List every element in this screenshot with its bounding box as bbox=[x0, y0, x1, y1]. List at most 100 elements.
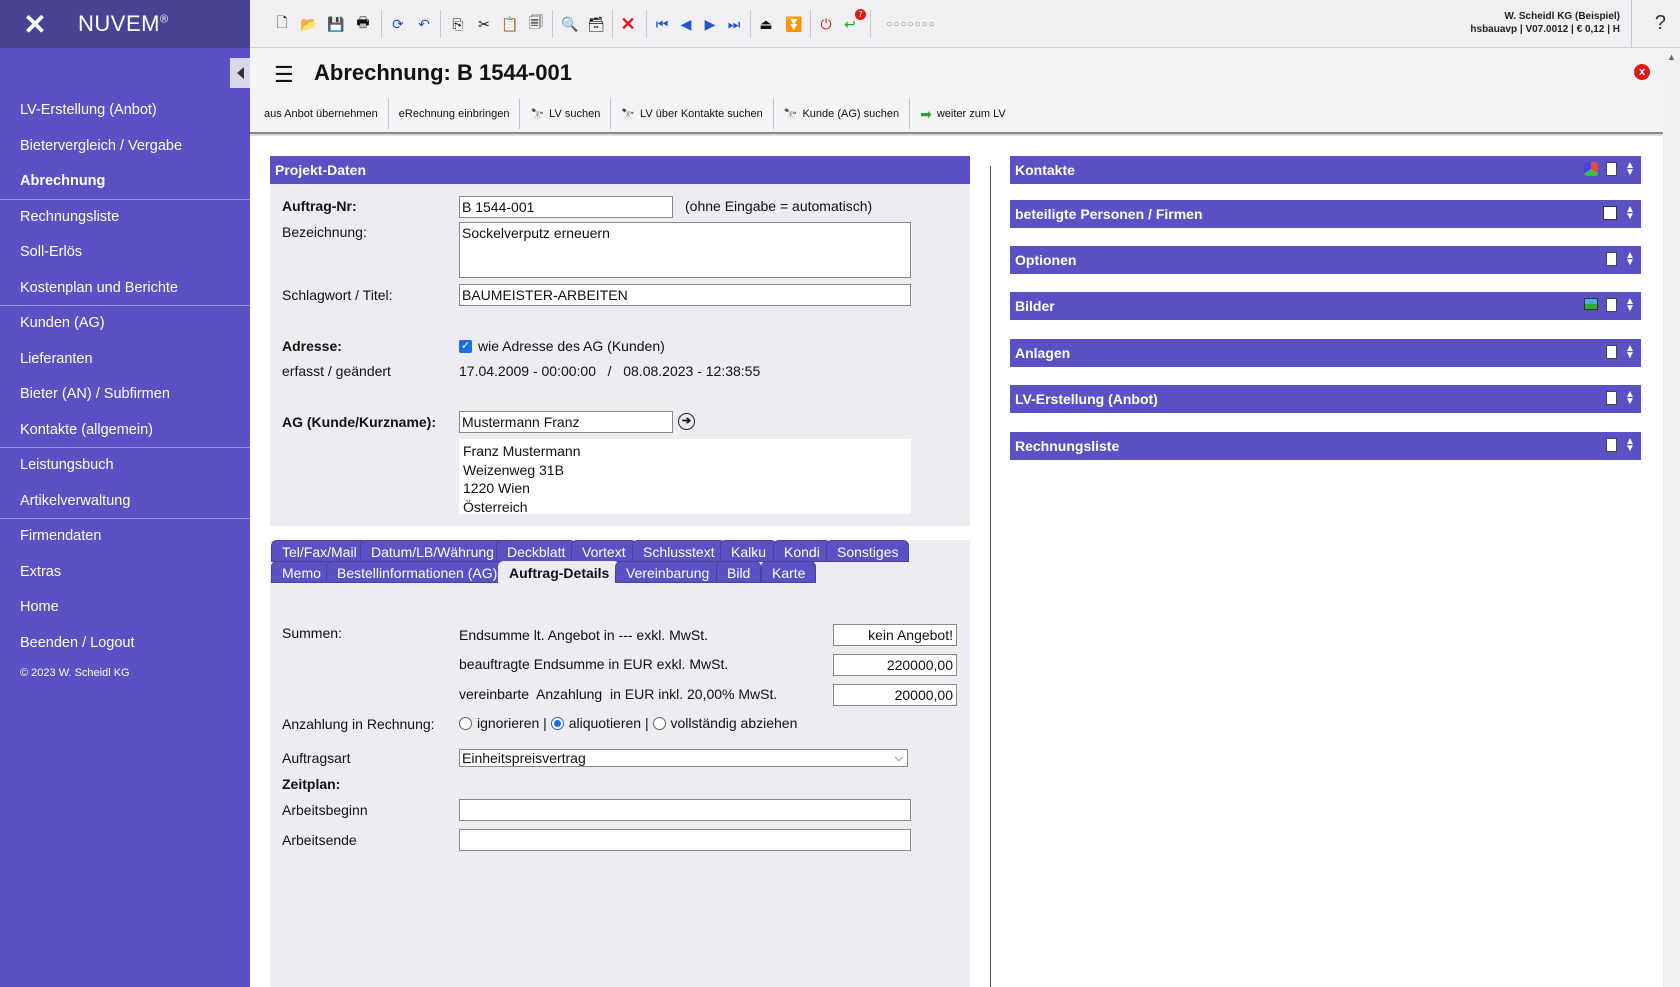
sidebar-item-logout[interactable]: Beenden / Logout bbox=[0, 626, 250, 662]
picture-icon[interactable] bbox=[1584, 298, 1598, 310]
radio-aliquotieren[interactable] bbox=[550, 716, 564, 730]
sidebar-item-lieferanten[interactable]: Lieferanten bbox=[0, 342, 250, 378]
first-record-icon[interactable]: ⏮ bbox=[652, 14, 672, 34]
lv-ueber-kontakte-suchen-button[interactable]: 🔭 LV über Kontakte suchen bbox=[611, 99, 774, 129]
expand-collapse-icon[interactable]: ▲ ▼ bbox=[1625, 344, 1635, 361]
scrollbar[interactable]: ▲ bbox=[1663, 48, 1680, 987]
sidebar-item-soll-erloes[interactable]: Soll-Erlös bbox=[0, 235, 250, 271]
go-arrow-icon[interactable]: ➔ bbox=[678, 413, 695, 430]
sidebar-item-bietervergleich[interactable]: Bietervergleich / Vergabe bbox=[0, 129, 250, 165]
manager-icon[interactable]: 🗃 bbox=[586, 14, 606, 34]
expand-collapse-icon[interactable]: ▲ ▼ bbox=[1625, 161, 1635, 178]
tab-auftrag-details[interactable]: Auftrag-Details bbox=[498, 561, 621, 583]
notifications-icon[interactable]: ↩ 7 bbox=[840, 9, 866, 34]
section-beteiligte-personen[interactable]: beteiligte Personen / Firmen ▲ ▼ bbox=[1010, 200, 1641, 228]
ag-input[interactable]: Mustermann Franz bbox=[459, 411, 673, 433]
sidebar-item-home[interactable]: Home bbox=[0, 590, 250, 626]
sidebar-item-kostenplan[interactable]: Kostenplan und Berichte bbox=[0, 271, 250, 306]
close-button[interactable]: x bbox=[1634, 64, 1650, 80]
new-document-icon[interactable] bbox=[1606, 345, 1617, 359]
save-icon[interactable]: 💾 bbox=[326, 14, 346, 34]
power-icon[interactable]: ⏻ bbox=[816, 14, 836, 34]
sidebar-item-leistungsbuch[interactable]: Leistungsbuch bbox=[0, 448, 250, 484]
color-contacts-icon[interactable] bbox=[1584, 162, 1598, 176]
expand-collapse-icon[interactable]: ▲ ▼ bbox=[1625, 390, 1635, 407]
anzahlung-input[interactable]: 20000,00 bbox=[833, 684, 957, 706]
tab-vortext[interactable]: Vortext bbox=[571, 540, 637, 562]
tab-tel-fax-mail[interactable]: Tel/Fax/Mail bbox=[271, 540, 368, 562]
sidebar-item-extras[interactable]: Extras bbox=[0, 555, 250, 591]
collapse-sidebar-button[interactable] bbox=[230, 58, 250, 88]
section-lv-erstellung[interactable]: LV-Erstellung (Anbot) ▲ ▼ bbox=[1010, 385, 1641, 413]
section-bilder[interactable]: Bilder ▲ ▼ bbox=[1010, 292, 1641, 320]
copy-icon[interactable]: ⎘ bbox=[448, 14, 468, 34]
next-record-icon[interactable]: ▶ bbox=[700, 14, 720, 34]
beauftragt-input[interactable]: 220000,00 bbox=[833, 654, 957, 676]
manager-icon[interactable] bbox=[1603, 206, 1617, 220]
sidebar-item-rechnungsliste[interactable]: Rechnungsliste bbox=[0, 200, 250, 236]
undo-icon[interactable]: ↶ bbox=[414, 14, 434, 34]
bezeichnung-textarea[interactable]: Sockelverputz erneuern bbox=[459, 222, 911, 278]
tab-deckblatt[interactable]: Deckblatt bbox=[496, 540, 577, 562]
schlagwort-input[interactable]: BAUMEISTER-ARBEITEN bbox=[459, 284, 911, 306]
tab-kondi[interactable]: Kondi bbox=[773, 540, 831, 562]
checkbox-checked-icon[interactable]: ✓ bbox=[459, 339, 472, 353]
sidebar-item-firmendaten[interactable]: Firmendaten bbox=[0, 519, 250, 555]
open-folder-icon[interactable]: 📂 bbox=[299, 14, 319, 34]
arbeitsbeginn-input[interactable] bbox=[459, 799, 911, 821]
arbeitsende-input[interactable] bbox=[459, 829, 911, 851]
new-document-icon[interactable] bbox=[1606, 438, 1617, 452]
download-icon[interactable]: ⏬ bbox=[784, 14, 804, 34]
tab-datum-lb-waehrung[interactable]: Datum/LB/Währung bbox=[360, 540, 505, 562]
binoculars-icon[interactable]: 🔍 bbox=[560, 14, 580, 34]
lv-suchen-button[interactable]: 🔭 LV suchen bbox=[520, 99, 612, 129]
expand-collapse-icon[interactable]: ▲ ▼ bbox=[1625, 437, 1635, 454]
tab-karte[interactable]: Karte bbox=[761, 561, 817, 583]
tab-bild[interactable]: Bild bbox=[716, 561, 762, 583]
sidebar-item-abrechnung[interactable]: Abrechnung bbox=[0, 164, 250, 200]
new-document-icon[interactable] bbox=[1606, 162, 1617, 176]
expand-collapse-icon[interactable]: ▲ ▼ bbox=[1625, 205, 1635, 222]
section-anlagen[interactable]: Anlagen ▲ ▼ bbox=[1010, 339, 1641, 367]
tab-vereinbarung[interactable]: Vereinbarung bbox=[615, 561, 721, 583]
auftragsart-select[interactable]: Einheitspreisvertrag ⌵ bbox=[459, 749, 908, 767]
tab-bestellinformationen[interactable]: Bestellinformationen (AG) bbox=[326, 561, 509, 583]
weiter-zum-lv-button[interactable]: ➡ weiter zum LV bbox=[910, 99, 1016, 129]
sidebar-item-lv-erstellung[interactable]: LV-Erstellung (Anbot) bbox=[0, 93, 250, 129]
tab-sonstiges[interactable]: Sonstiges bbox=[826, 540, 910, 562]
sidebar-item-artikelverwaltung[interactable]: Artikelverwaltung bbox=[0, 484, 250, 519]
delete-icon[interactable]: ✕ bbox=[618, 14, 638, 34]
cut-icon[interactable]: ✂ bbox=[474, 14, 494, 34]
previous-record-icon[interactable]: ◀ bbox=[676, 14, 696, 34]
auftrag-nr-input[interactable]: B 1544-001 bbox=[459, 196, 673, 218]
erechnung-einbringen-button[interactable]: eRechnung einbringen bbox=[389, 99, 521, 129]
new-document-icon[interactable] bbox=[1606, 298, 1617, 312]
scroll-up-icon[interactable]: ▲ bbox=[1667, 52, 1676, 62]
expand-collapse-icon[interactable]: ▲ ▼ bbox=[1625, 297, 1635, 314]
panel-divider[interactable] bbox=[990, 166, 991, 987]
menu-icon[interactable]: ☰ bbox=[274, 62, 294, 88]
print-pdf-icon[interactable]: 🖶 bbox=[353, 14, 373, 34]
radio-vollstaendig[interactable] bbox=[652, 716, 666, 730]
logo-icon[interactable]: ✕ bbox=[20, 9, 50, 40]
last-record-icon[interactable]: ⏭ bbox=[724, 14, 744, 34]
sidebar-item-kontakte[interactable]: Kontakte (allgemein) bbox=[0, 413, 250, 448]
sidebar-item-bieter[interactable]: Bieter (AN) / Subfirmen bbox=[0, 377, 250, 413]
clipboard-icon[interactable]: 🗐 bbox=[526, 14, 546, 34]
radio-ignorieren[interactable] bbox=[459, 716, 472, 730]
upload-icon[interactable]: ⏏ bbox=[756, 14, 776, 34]
section-kontakte[interactable]: Kontakte ▲ ▼ bbox=[1010, 156, 1641, 184]
adresse-checkbox-row[interactable]: ✓ wie Adresse des AG (Kunden) bbox=[459, 338, 665, 354]
new-document-icon[interactable] bbox=[1606, 391, 1617, 405]
sidebar-item-kunden[interactable]: Kunden (AG) bbox=[0, 306, 250, 342]
expand-collapse-icon[interactable]: ▲ ▼ bbox=[1625, 251, 1635, 268]
paste-icon[interactable]: 📋 bbox=[500, 14, 520, 34]
tab-kalku[interactable]: Kalku bbox=[720, 540, 778, 562]
help-button[interactable]: ? bbox=[1655, 12, 1666, 35]
aus-anbot-uebernehmen-button[interactable]: aus Anbot übernehmen bbox=[254, 99, 389, 129]
tab-memo[interactable]: Memo bbox=[271, 561, 332, 583]
kunde-suchen-button[interactable]: 🔭 Kunde (AG) suchen bbox=[774, 99, 911, 129]
refresh-icon[interactable]: ⟳ bbox=[388, 14, 408, 34]
section-rechnungsliste[interactable]: Rechnungsliste ▲ ▼ bbox=[1010, 432, 1641, 460]
section-optionen[interactable]: Optionen ▲ ▼ bbox=[1010, 246, 1641, 274]
